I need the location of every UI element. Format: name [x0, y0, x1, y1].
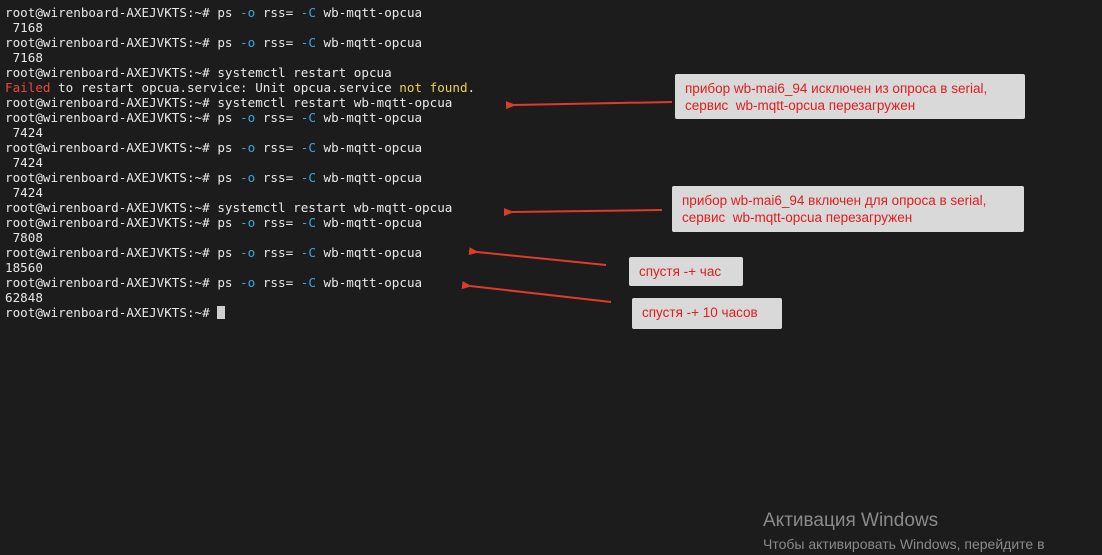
- windows-activation-subtitle: Чтобы активировать Windows, перейдите в: [763, 536, 1045, 552]
- windows-activation-title: Активация Windows: [763, 510, 939, 531]
- note-hour: спустя -+ час: [629, 257, 743, 286]
- arrow-10h: [461, 281, 612, 303]
- note-10h: спустя -+ 10 часов: [632, 298, 782, 329]
- arrow-included: [503, 208, 663, 217]
- arrow-excluded: [505, 101, 673, 110]
- note-included: прибор wb-mai6_94 включен для опроса в s…: [672, 186, 1024, 232]
- arrow-hour: [468, 247, 607, 266]
- note-excluded: прибор wb-mai6_94 исключен из опроса в s…: [675, 74, 1025, 119]
